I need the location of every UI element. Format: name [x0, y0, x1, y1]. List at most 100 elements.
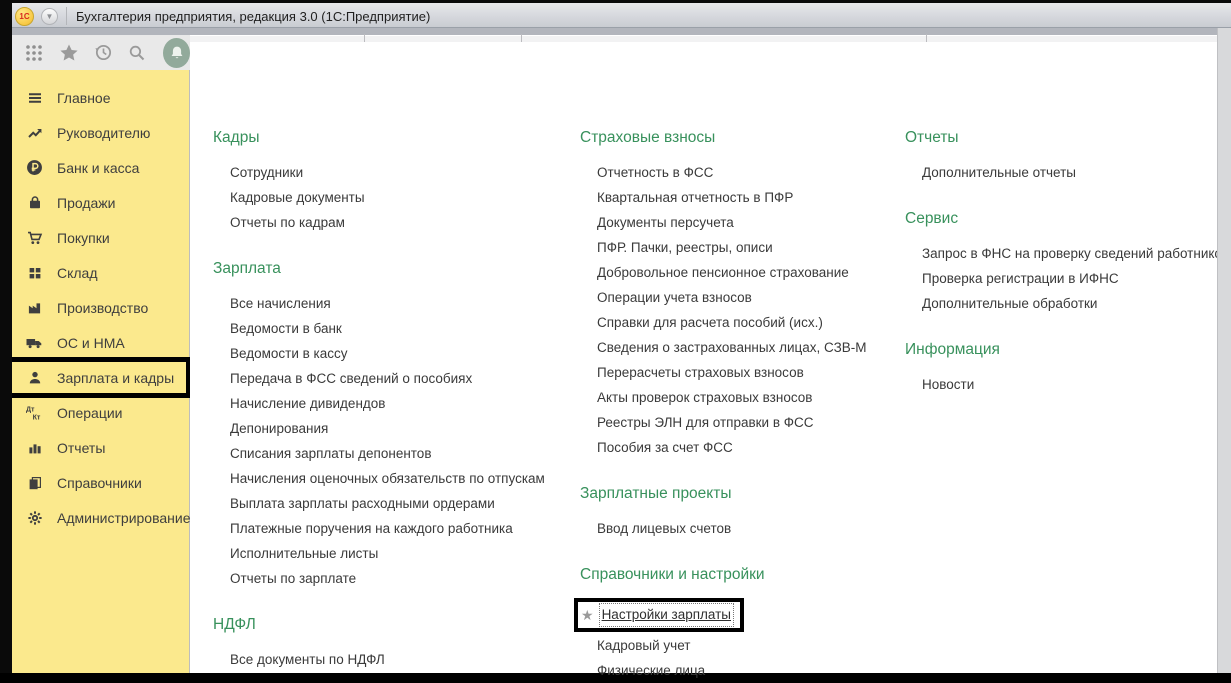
sidebar-item-label: Администрирование: [57, 510, 191, 526]
link-item[interactable]: Отчеты по кадрам: [213, 210, 578, 235]
link-item[interactable]: Все документы по НДФЛ: [213, 647, 578, 672]
link-item[interactable]: Документы персучета: [580, 210, 905, 235]
link-label: Передача в ФСС сведений о пособиях: [230, 371, 472, 386]
sidebar-item-sales[interactable]: Продажи: [12, 185, 189, 220]
link-label: Документы персучета: [597, 215, 734, 230]
link-item[interactable]: Ведомости в банк: [213, 316, 578, 341]
section-title: Зарплата: [213, 259, 578, 279]
link-item[interactable]: Дополнительные обработки: [905, 291, 1210, 316]
sidebar-item-administration[interactable]: Администрирование: [12, 500, 189, 535]
truck-icon: [25, 334, 44, 352]
link-label: Добровольное пенсионное страхование: [597, 265, 849, 280]
link-item[interactable]: Квартальная отчетность в ПФР: [580, 185, 905, 210]
system-menu-button[interactable]: ▼: [41, 8, 58, 25]
tab-divider: [521, 34, 522, 42]
link-item[interactable]: Добровольное пенсионное страхование: [580, 260, 905, 285]
link-label: Квартальная отчетность в ПФР: [597, 190, 793, 205]
link-item[interactable]: Операции учета взносов: [580, 285, 905, 310]
search-icon[interactable]: [128, 43, 146, 63]
link-label: Начисление дивидендов: [230, 396, 385, 411]
favorites-star-icon[interactable]: [59, 43, 79, 63]
link-item[interactable]: Все начисления: [213, 291, 578, 316]
link-item[interactable]: ★Настройки зарплаты: [574, 598, 744, 632]
sidebar-item-label: Руководителю: [57, 125, 150, 141]
functions-column-1: КадрыСотрудникиКадровые документыОтчеты …: [213, 42, 578, 672]
link-item[interactable]: Пособия за счет ФСС: [580, 435, 905, 460]
link-item[interactable]: Списания зарплаты депонентов: [213, 441, 578, 466]
sidebar-item-label: Главное: [57, 90, 111, 106]
notifications-bell-icon[interactable]: [163, 38, 190, 68]
link-item[interactable]: Начисление дивидендов: [213, 391, 578, 416]
apps-grid-icon[interactable]: [24, 43, 44, 63]
link-item[interactable]: Платежные поручения на каждого работника: [213, 516, 578, 541]
link-item[interactable]: Исполнительные листы: [213, 541, 578, 566]
sidebar-item-production[interactable]: Производство: [12, 290, 189, 325]
link-item[interactable]: Кадровые документы: [213, 185, 578, 210]
sidebar-item-warehouse[interactable]: Склад: [12, 255, 189, 290]
link-item[interactable]: Физические лица: [580, 658, 905, 683]
link-label: Проверка регистрации в ИФНС: [922, 271, 1119, 286]
link-item[interactable]: Реестры ЭЛН для отправки в ФСС: [580, 410, 905, 435]
sidebar-item-label: Склад: [57, 265, 98, 281]
link-item[interactable]: Передача в ФСС сведений о пособиях: [213, 366, 578, 391]
sidebar-item-os-nma[interactable]: ОС и НМА: [12, 325, 189, 360]
link-item[interactable]: Сотрудники: [213, 160, 578, 185]
link-label: Отчеты по зарплате: [230, 571, 356, 586]
sidebar-item-directories[interactable]: Справочники: [12, 465, 189, 500]
link-label: Кадровый учет: [597, 638, 690, 653]
sidebar-item-salary-hr[interactable]: Зарплата и кадры: [12, 360, 189, 395]
link-label: Перерасчеты страховых взносов: [597, 365, 804, 380]
sidebar-item-label: Отчеты: [57, 440, 105, 456]
link-item[interactable]: Начисления оценочных обязательств по отп…: [213, 466, 578, 491]
sidebar-item-main[interactable]: Главное: [12, 80, 189, 115]
link-label: Начисления оценочных обязательств по отп…: [230, 471, 545, 486]
favorite-star-icon[interactable]: ★: [581, 608, 594, 622]
link-label: Ведомости в банк: [230, 321, 342, 336]
link-item[interactable]: Отчетность в ФСС: [580, 160, 905, 185]
link-label: Исполнительные листы: [230, 546, 378, 561]
link-item[interactable]: Депонирования: [213, 416, 578, 441]
link-item[interactable]: Выплата зарплаты расходными ордерами: [213, 491, 578, 516]
link-item[interactable]: Новости: [905, 372, 1210, 397]
link-item[interactable]: Отчеты по зарплате: [213, 566, 578, 591]
link-item[interactable]: Перерасчеты страховых взносов: [580, 360, 905, 385]
sidebar-item-manager[interactable]: Руководителю: [12, 115, 189, 150]
sidebar-item-label: Справочники: [57, 475, 142, 491]
link-label: Новости: [922, 377, 974, 392]
link-item[interactable]: Сведения о застрахованных лицах, СЗВ-М: [580, 335, 905, 360]
tab-strip: [12, 28, 1231, 35]
gear-icon: [25, 509, 44, 527]
link-item[interactable]: ПФР. Пачки, реестры, описи: [580, 235, 905, 260]
link-item[interactable]: Ведомости в кассу: [213, 341, 578, 366]
ruble-icon: [25, 159, 44, 177]
link-item[interactable]: Справки для расчета пособий (исх.): [580, 310, 905, 335]
tab-divider: [364, 34, 365, 42]
section-title: Страховые взносы: [580, 128, 905, 148]
right-window-edge: [1217, 28, 1231, 673]
link-item[interactable]: Запрос в ФНС на проверку сведений работн…: [905, 241, 1210, 266]
link-label: Кадровые документы: [230, 190, 365, 205]
link-item[interactable]: Акты проверок страховых взносов: [580, 385, 905, 410]
sidebar-item-reports[interactable]: Отчеты: [12, 430, 189, 465]
section-title: Сервис: [905, 209, 1210, 229]
link-item[interactable]: Кадровый учет: [580, 633, 905, 658]
link-item[interactable]: Проверка регистрации в ИФНС: [905, 266, 1210, 291]
section-title: Отчеты: [905, 128, 1210, 148]
link-label: Все начисления: [230, 296, 331, 311]
cart-icon: [25, 229, 44, 247]
link-label: Справки для расчета пособий (исх.): [597, 315, 823, 330]
quick-access-toolbar: [12, 35, 190, 70]
link-item[interactable]: Ввод лицевых счетов: [580, 516, 905, 541]
history-icon[interactable]: [94, 43, 113, 63]
section-title: Информация: [905, 340, 1210, 360]
link-label: Сотрудники: [230, 165, 303, 180]
sidebar-item-operations[interactable]: ДтКтОперации: [12, 395, 189, 430]
sidebar-item-label: Операции: [57, 405, 123, 421]
link-item[interactable]: Дополнительные отчеты: [905, 160, 1210, 185]
sidebar-item-label: Продажи: [57, 195, 115, 211]
svg-text:Дт: Дт: [26, 406, 35, 414]
sidebar-item-bank-cash[interactable]: Банк и касса: [12, 150, 189, 185]
window-title: Бухгалтерия предприятия, редакция 3.0 (1…: [76, 9, 430, 24]
sidebar-item-purchases[interactable]: Покупки: [12, 220, 189, 255]
link-label: Пособия за счет ФСС: [597, 440, 733, 455]
